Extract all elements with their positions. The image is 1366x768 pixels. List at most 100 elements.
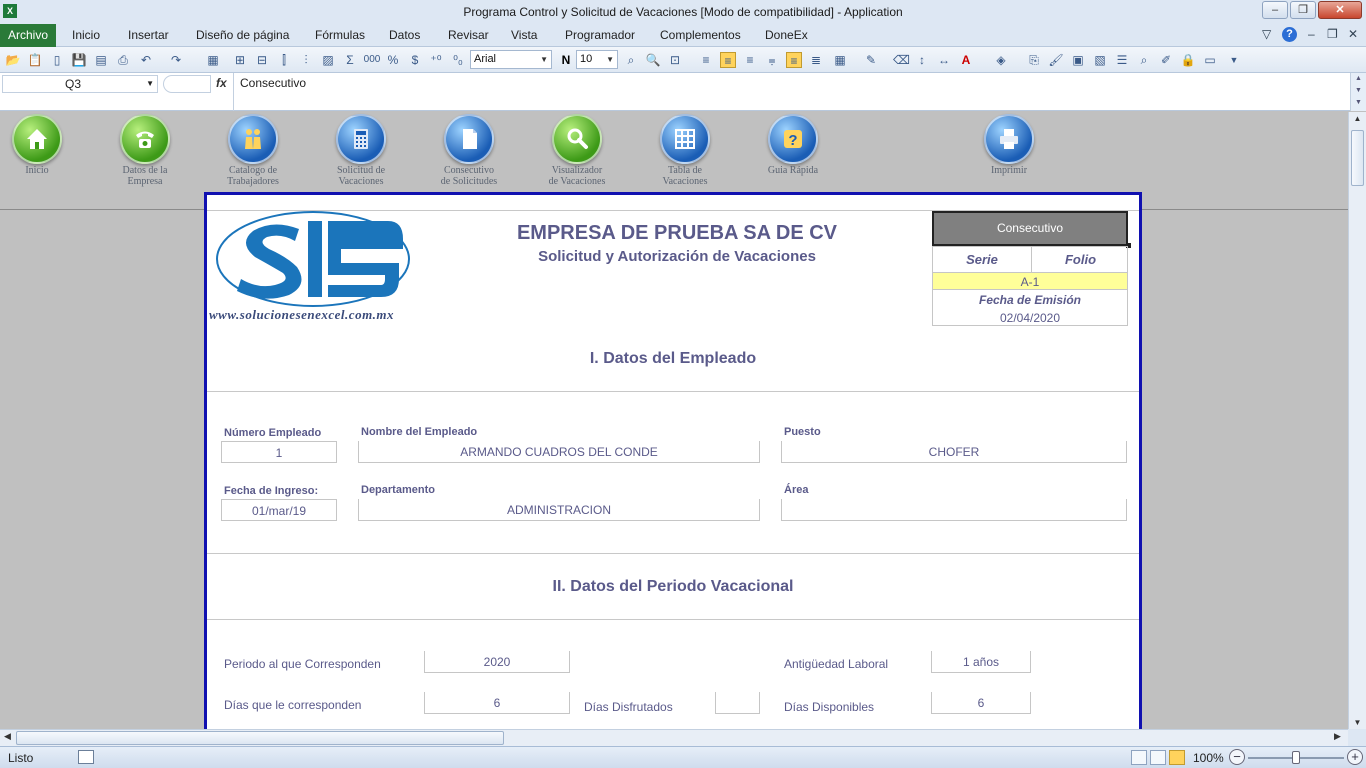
nav-datos-empresa-button[interactable]: Datos de la Empresa — [95, 114, 195, 187]
edit-icon[interactable]: ✐ — [1158, 52, 1174, 68]
font-size-select[interactable]: 10 ▼ — [576, 50, 618, 69]
tab-revisar[interactable]: Revisar — [448, 24, 489, 47]
nav-tabla-vacaciones-button[interactable]: Tabla de Vacaciones — [635, 114, 735, 187]
chart-icon[interactable]: ▨ — [320, 52, 336, 68]
form-icon[interactable]: ▣ — [1070, 52, 1086, 68]
ribbon-collapse-icon[interactable]: ▽ — [1262, 27, 1271, 41]
insert-cells-icon[interactable]: ⊞ — [232, 52, 248, 68]
tab-programador[interactable]: Programador — [565, 24, 635, 47]
page-layout-view-button[interactable] — [1150, 750, 1166, 765]
departamento-field[interactable]: ADMINISTRACION — [358, 499, 760, 521]
horizontal-scroll-thumb[interactable] — [16, 731, 504, 745]
decrease-decimal-icon[interactable]: ⁰₀ — [450, 52, 466, 68]
fill-color-icon[interactable]: ◈ — [993, 52, 1009, 68]
nav-guia-rapida-button[interactable]: ? Guia Rápida — [743, 114, 843, 176]
redo-icon[interactable]: ↷ — [168, 52, 184, 68]
save-icon[interactable]: 💾 — [71, 52, 87, 68]
find-icon[interactable]: 🔍 — [645, 52, 661, 68]
nav-imprimir-button[interactable]: Imprimir — [959, 114, 1059, 176]
tab-datos[interactable]: Datos — [389, 24, 420, 47]
scroll-down-icon[interactable]: ▼ — [1349, 718, 1366, 727]
eraser-icon[interactable]: ⌫ — [893, 52, 910, 68]
line-color-icon[interactable]: ✎ — [863, 52, 879, 68]
zoom-level[interactable]: 100% — [1193, 751, 1224, 765]
tab-doneex[interactable]: DoneEx — [765, 24, 808, 47]
macro-record-icon[interactable] — [78, 750, 94, 764]
close-button[interactable]: ✕ — [1318, 1, 1362, 19]
print-icon[interactable]: ⎙ — [115, 52, 131, 68]
tab-vista[interactable]: Vista — [511, 24, 537, 47]
percent-icon[interactable]: % — [385, 52, 401, 68]
formula-input[interactable]: Consecutivo — [233, 73, 1350, 111]
puesto-field[interactable]: CHOFER — [781, 441, 1127, 463]
row-height-icon[interactable]: ↕ — [914, 52, 930, 68]
borders-icon[interactable]: ▦ — [832, 52, 848, 68]
open-folder-icon[interactable]: 📂 — [5, 52, 21, 68]
worksheet-area[interactable]: Inicio Datos de la Empresa Catalogo de T… — [0, 112, 1348, 729]
name-box[interactable]: Q3 ▼ — [2, 75, 158, 93]
fecha-ingreso-field[interactable]: 01/mar/19 — [221, 499, 337, 521]
tab-diseno-pagina[interactable]: Diseño de página — [196, 24, 289, 47]
increase-decimal-icon[interactable]: ⁺⁰ — [428, 52, 444, 68]
tab-inicio[interactable]: Inicio — [72, 24, 100, 47]
nav-inicio-button[interactable]: Inicio — [0, 114, 87, 176]
tab-complementos[interactable]: Complementos — [660, 24, 741, 47]
nav-solicitud-vacaciones-button[interactable]: Solicitud de Vacaciones — [311, 114, 411, 187]
fecha-emision-value[interactable]: 02/04/2020 — [933, 311, 1127, 325]
thousands-separator-icon[interactable]: 000 — [362, 52, 382, 68]
picture-icon[interactable]: ▧ — [1092, 52, 1108, 68]
ribbon-close-icon[interactable]: ✕ — [1348, 27, 1358, 41]
scroll-right-icon[interactable]: ▶ — [1334, 731, 1341, 742]
zoom-page-icon[interactable]: ⌕ — [623, 52, 639, 68]
minimize-button[interactable]: – — [1262, 1, 1288, 19]
vertical-scrollbar[interactable]: ▲ ▼ — [1348, 112, 1366, 729]
zoom-out-button[interactable]: − — [1229, 749, 1245, 765]
copy-format-icon[interactable]: ⎘ — [1026, 52, 1042, 68]
insert-function-icon[interactable]: fx — [216, 76, 227, 90]
align-left-icon[interactable]: ≡ — [698, 52, 714, 68]
format-painter-icon[interactable]: 🖌 — [1048, 52, 1064, 68]
autosum-icon[interactable]: Σ — [342, 52, 358, 68]
magnifier-icon[interactable]: ⌕ — [1136, 52, 1152, 68]
toolbar-options-icon[interactable]: ▼ — [1226, 52, 1242, 68]
periodo-field[interactable]: 2020 — [424, 651, 570, 673]
window-icon[interactable]: ▭ — [1202, 52, 1218, 68]
print-preview-icon[interactable]: ▤ — [93, 52, 109, 68]
align-middle-icon[interactable]: ≡ — [786, 52, 802, 68]
tab-formulas[interactable]: Fórmulas — [315, 24, 365, 47]
align-right-icon[interactable]: ≡ — [742, 52, 758, 68]
currency-icon[interactable]: $ — [407, 52, 423, 68]
ribbon-restore-icon[interactable]: ❐ — [1327, 27, 1338, 41]
bold-button[interactable]: N — [558, 52, 574, 68]
antiguedad-field[interactable]: 1 años — [931, 651, 1031, 673]
serie-folio-value[interactable]: A-1 — [933, 272, 1127, 290]
consecutivo-cell[interactable]: Consecutivo — [932, 211, 1128, 246]
font-name-select[interactable]: Arial ▼ — [470, 50, 552, 69]
scroll-up-icon[interactable]: ▲ — [1349, 114, 1366, 123]
column-width-icon[interactable]: ↔ — [936, 52, 952, 68]
nombre-empleado-field[interactable]: ARMANDO CUADROS DEL CONDE — [358, 441, 760, 463]
dias-disponibles-field[interactable]: 6 — [931, 692, 1031, 714]
merge-cells-icon[interactable]: ⊡ — [667, 52, 683, 68]
formula-bar-scroll[interactable]: ▲ ▼ ▼ — [1350, 73, 1366, 111]
nav-visualizador-vacaciones-button[interactable]: Visualizador de Vacaciones — [527, 114, 627, 187]
dias-disfrutados-field[interactable] — [715, 692, 760, 714]
undo-icon[interactable]: ↶ — [138, 52, 154, 68]
tab-insertar[interactable]: Insertar — [128, 24, 169, 47]
nav-catalogo-trabajadores-button[interactable]: Catalogo de Trabajadores — [203, 114, 303, 187]
ribbon-minimize-icon[interactable]: – — [1308, 27, 1315, 41]
paste-icon[interactable]: 📋 — [27, 52, 43, 68]
page-break-view-button[interactable] — [1169, 750, 1185, 765]
scroll-left-icon[interactable]: ◀ — [4, 731, 11, 742]
area-field[interactable] — [781, 499, 1127, 521]
numero-empleado-field[interactable]: 1 — [221, 441, 337, 463]
dias-corresponden-field[interactable]: 6 — [424, 692, 570, 714]
lock-icon[interactable]: 🔒 — [1180, 52, 1196, 68]
insert-column-icon[interactable]: ⫿ — [276, 52, 292, 68]
table-format-icon[interactable]: ▦ — [205, 52, 221, 68]
normal-view-button[interactable] — [1131, 750, 1147, 765]
zoom-slider-thumb[interactable] — [1292, 751, 1300, 764]
align-center-icon[interactable]: ≡ — [720, 52, 736, 68]
delete-column-icon[interactable]: ⫶ — [298, 52, 314, 68]
nav-consecutivo-solicitudes-button[interactable]: Consecutivo de Solicitudes — [419, 114, 519, 187]
